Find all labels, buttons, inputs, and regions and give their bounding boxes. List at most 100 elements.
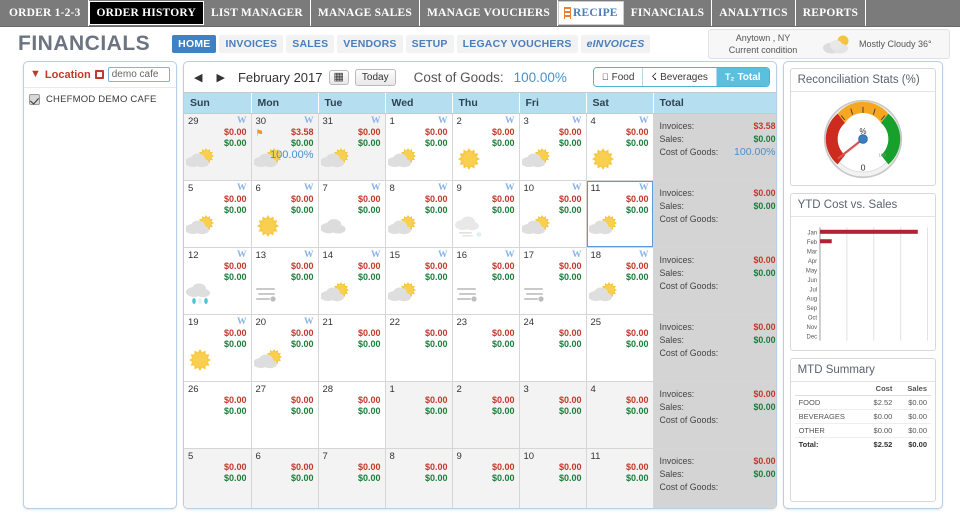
nav-item-order-history[interactable]: ORDER HISTORY	[88, 1, 204, 25]
calendar-day-cell[interactable]: 31 W $0.00 $0.00	[318, 113, 386, 181]
ytd-category-label: May	[805, 268, 816, 274]
calendar-day-cell[interactable]: 4 $0.00 $0.00	[586, 381, 654, 449]
calendar-day-cell[interactable]: 24 $0.00 $0.00	[519, 314, 587, 382]
calendar-day-cell[interactable]: 13 W $0.00 $0.00	[251, 247, 319, 315]
calendar-day-cell[interactable]: 2 W $0.00 $0.00	[452, 113, 520, 181]
weather-link[interactable]: W	[639, 116, 649, 126]
tab-invoices[interactable]: INVOICES	[219, 35, 284, 53]
calendar-day-cell[interactable]: 3 $0.00 $0.00	[519, 381, 587, 449]
calendar-day-cell[interactable]: 10 $0.00 $0.00	[519, 448, 587, 508]
day-cell-inner: 6 W $0.00 $0.00	[252, 181, 318, 247]
calendar-day-cell[interactable]: 7 W $0.00 $0.00	[318, 180, 386, 248]
toggle-food[interactable]: Food	[593, 68, 644, 86]
weather-link[interactable]: W	[304, 183, 314, 193]
calendar-day-cell[interactable]: 2 $0.00 $0.00	[452, 381, 520, 449]
weather-link[interactable]: W	[572, 183, 582, 193]
nav-item-manage-vouchers[interactable]: MANAGE VOUCHERS	[420, 0, 559, 26]
calendar-day-cell[interactable]: 14 W $0.00 $0.00	[318, 247, 386, 315]
weather-link[interactable]: W	[237, 183, 247, 193]
tab-sales[interactable]: SALES	[286, 35, 335, 53]
total-sales-value: $0.00	[753, 402, 776, 412]
calendar-day-cell[interactable]: 11 $0.00 $0.00	[586, 448, 654, 508]
tab-setup[interactable]: SETUP	[405, 35, 454, 53]
nav-item-order-1-2-3[interactable]: ORDER 1-2-3	[0, 0, 89, 26]
calendar-day-cell[interactable]: 1 $0.00 $0.00	[385, 381, 453, 449]
weather-link[interactable]: W	[572, 250, 582, 260]
calendar-day-cell[interactable]: 20 W $0.00 $0.00	[251, 314, 319, 382]
calendar-day-cell[interactable]: 23 $0.00 $0.00	[452, 314, 520, 382]
weather-link[interactable]: W	[304, 317, 314, 327]
weather-link[interactable]: W	[505, 183, 515, 193]
calendar-day-cell[interactable]: 7 $0.00 $0.00	[318, 448, 386, 508]
calendar-day-cell[interactable]: 11 W $0.00 $0.00	[586, 180, 654, 248]
nav-item-financials[interactable]: FINANCIALS	[624, 0, 713, 26]
tab-einvoices[interactable]: eINVOICES	[580, 35, 651, 53]
calendar-day-cell[interactable]: 17 W $0.00 $0.00	[519, 247, 587, 315]
tab-home[interactable]: HOME	[172, 35, 217, 53]
calendar-day-cell[interactable]: 25 $0.00 $0.00	[586, 314, 654, 382]
calendar-day-cell[interactable]: 6 W $0.00 $0.00	[251, 180, 319, 248]
next-month-button[interactable]: ▶	[212, 71, 228, 84]
weather-link[interactable]: W	[639, 250, 649, 260]
weather-link[interactable]: W	[237, 250, 247, 260]
nav-item-recipe[interactable]: RECIPE	[558, 1, 624, 25]
calendar-day-cell[interactable]: 5 $0.00 $0.00	[184, 448, 252, 508]
calendar-day-cell[interactable]: 10 W $0.00 $0.00	[519, 180, 587, 248]
calendar-picker-icon[interactable]: ▦	[328, 69, 349, 85]
weather-link[interactable]: W	[438, 250, 448, 260]
calendar-day-cell[interactable]: 18 W $0.00 $0.00	[586, 247, 654, 315]
calendar-day-cell[interactable]: 3 W $0.00 $0.00	[519, 113, 587, 181]
calendar-day-cell[interactable]: 21 $0.00 $0.00	[318, 314, 386, 382]
calendar-day-cell[interactable]: 30 W ⚑ $3.58 $0.00 100.00%	[251, 113, 319, 181]
calendar-day-cell[interactable]: 22 $0.00 $0.00	[385, 314, 453, 382]
total-cog-label: Cost of Goods:	[659, 214, 719, 224]
weather-link[interactable]: W	[371, 183, 381, 193]
calendar-day-cell[interactable]: 5 W $0.00 $0.00	[184, 180, 252, 248]
toggle-total[interactable]: T₂ Total	[716, 68, 769, 86]
nav-item-list-manager[interactable]: LIST MANAGER	[204, 0, 311, 26]
nav-item-reports[interactable]: REPORTS	[796, 0, 867, 26]
calendar-day-cell[interactable]: 19 W $0.00 $0.00	[184, 314, 252, 382]
calendar-day-cell[interactable]: 16 W $0.00 $0.00	[452, 247, 520, 315]
mtd-col-header	[794, 382, 863, 396]
weather-link[interactable]: W	[304, 116, 314, 126]
weather-link[interactable]: W	[505, 116, 515, 126]
weather-link[interactable]: W	[438, 116, 448, 126]
calendar-day-cell[interactable]: 9 $0.00 $0.00	[452, 448, 520, 508]
toggle-beverages[interactable]: ☇ Beverages	[643, 68, 717, 86]
calendar-day-cell[interactable]: 8 W $0.00 $0.00	[385, 180, 453, 248]
day-cost-amount: $0.00	[491, 127, 515, 137]
weather-link[interactable]: W	[371, 116, 381, 126]
tab-legacy-vouchers[interactable]: LEGACY VOUCHERS	[456, 35, 578, 53]
tab-vendors[interactable]: VENDORS	[337, 35, 403, 53]
calendar-day-cell[interactable]: 9 W ❄ $0.00 $0.00	[452, 180, 520, 248]
calendar-day-cell[interactable]: 29 W $0.00 $0.00	[184, 113, 252, 181]
weather-link[interactable]: W	[639, 183, 649, 193]
nav-item-manage-sales[interactable]: MANAGE SALES	[311, 0, 421, 26]
weather-link[interactable]: W	[438, 183, 448, 193]
calendar-day-cell[interactable]: 28 $0.00 $0.00	[318, 381, 386, 449]
weather-link[interactable]: W	[237, 317, 247, 327]
calendar-day-cell[interactable]: 26 $0.00 $0.00	[184, 381, 252, 449]
today-button[interactable]: Today	[354, 68, 396, 86]
location-search-input[interactable]	[107, 67, 170, 82]
day-cell-inner: 21 $0.00 $0.00	[319, 315, 385, 381]
weather-link[interactable]: W	[371, 250, 381, 260]
calendar-day-cell[interactable]: 4 W $0.00 $0.00	[586, 113, 654, 181]
calendar-day-cell[interactable]: 6 $0.00 $0.00	[251, 448, 319, 508]
weather-link[interactable]: W	[505, 250, 515, 260]
weather-link[interactable]: W	[572, 116, 582, 126]
calendar-day-cell[interactable]: 15 W $0.00 $0.00	[385, 247, 453, 315]
calendar-day-cell[interactable]: 27 $0.00 $0.00	[251, 381, 319, 449]
location-checkbox[interactable]	[29, 94, 40, 105]
day-cell-inner: 8 $0.00 $0.00	[385, 449, 452, 508]
weather-link[interactable]: W	[304, 250, 314, 260]
calendar-day-cell[interactable]: 8 $0.00 $0.00	[385, 448, 453, 508]
weather-link[interactable]: W	[237, 116, 247, 126]
prev-month-button[interactable]: ◀	[190, 71, 206, 84]
location-list-item[interactable]: CHEFMOD DEMO CAFE	[29, 94, 171, 105]
calendar-day-cell[interactable]: 12 W $0.00 $0.00	[184, 247, 252, 315]
calendar-day-cell[interactable]: 1 W $0.00 $0.00	[385, 113, 453, 181]
nav-item-analytics[interactable]: ANALYTICS	[712, 0, 796, 26]
snow-icon: ❄	[454, 213, 489, 244]
